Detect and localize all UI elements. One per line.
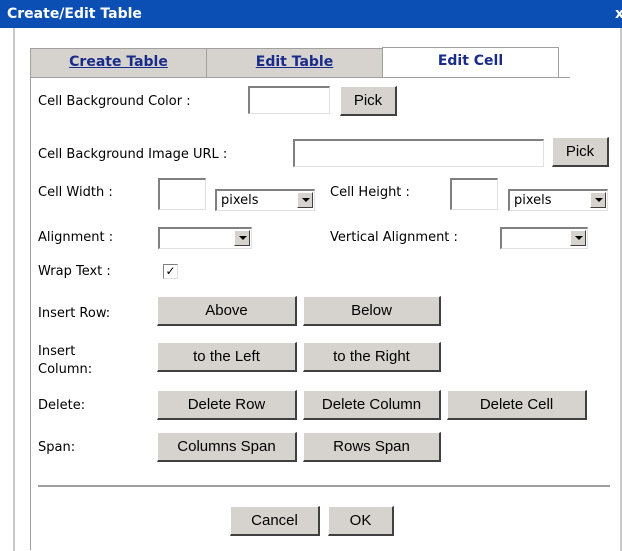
delete-row-button[interactable]: Delete Row — [157, 390, 297, 420]
rows-span-button[interactable]: Rows Span — [303, 432, 441, 462]
alignment-select[interactable] — [158, 227, 252, 249]
tab-create-table[interactable]: Create Table — [30, 48, 207, 77]
tab-bar: Create Table Edit Table Edit Cell — [30, 47, 570, 78]
delete-cell-button[interactable]: Delete Cell — [447, 390, 587, 420]
cell-height-unit-select[interactable]: pixels — [508, 189, 608, 211]
delete-label: Delete: — [38, 398, 86, 413]
ok-button[interactable]: OK — [328, 506, 394, 536]
cell-width-label: Cell Width : — [38, 185, 113, 200]
span-label: Span: — [38, 440, 76, 455]
cell-height-unit-value: pixels — [514, 193, 552, 208]
insert-column-left-button[interactable]: to the Left — [157, 342, 297, 372]
vertical-alignment-select[interactable] — [500, 227, 588, 249]
divider — [38, 485, 610, 488]
cell-width-unit-select[interactable]: pixels — [215, 189, 315, 211]
chevron-down-icon — [297, 192, 313, 208]
cell-width-input[interactable] — [158, 178, 206, 210]
tab-edit-table[interactable]: Edit Table — [206, 48, 383, 77]
insert-row-below-button[interactable]: Below — [303, 296, 441, 326]
tab-edit-cell-label: Edit Cell — [437, 53, 504, 69]
pick-image-button[interactable]: Pick — [552, 137, 609, 167]
cell-bg-color-input[interactable] — [248, 86, 330, 114]
insert-column-label-line1: Insert — [38, 344, 76, 359]
vertical-alignment-label: Vertical Alignment : — [330, 230, 458, 245]
chevron-down-icon — [590, 192, 606, 208]
wrap-text-label: Wrap Text : — [38, 264, 111, 279]
title-bar: Create/Edit Table x — [0, 0, 622, 28]
delete-column-button[interactable]: Delete Column — [303, 390, 441, 420]
insert-row-above-button[interactable]: Above — [157, 296, 297, 326]
alignment-label: Alignment : — [38, 230, 114, 245]
cell-bg-image-input[interactable] — [293, 139, 544, 167]
chevron-down-icon — [570, 230, 586, 246]
check-icon: ✓ — [165, 264, 176, 278]
cell-width-unit-value: pixels — [221, 193, 259, 208]
cell-bg-color-label: Cell Background Color : — [38, 94, 191, 109]
tab-create-table-label: Create Table — [69, 54, 168, 70]
frame-left-border — [13, 28, 15, 551]
insert-column-right-button[interactable]: to the Right — [303, 342, 441, 372]
cancel-button[interactable]: Cancel — [230, 506, 320, 536]
cell-height-input[interactable] — [450, 178, 498, 210]
window-title: Create/Edit Table — [7, 6, 142, 22]
insert-column-label-line2: Column: — [38, 362, 93, 377]
tab-edit-table-label: Edit Table — [255, 54, 334, 70]
cell-bg-image-label: Cell Background Image URL : — [38, 147, 228, 162]
wrap-text-checkbox[interactable]: ✓ — [163, 264, 178, 279]
tab-edit-cell[interactable]: Edit Cell — [382, 47, 559, 78]
chevron-down-icon — [234, 230, 250, 246]
insert-row-label: Insert Row: — [38, 306, 111, 321]
cell-height-label: Cell Height : — [330, 185, 410, 200]
columns-span-button[interactable]: Columns Span — [157, 432, 297, 462]
close-icon[interactable]: x — [615, 6, 622, 22]
pick-color-button[interactable]: Pick — [340, 86, 397, 116]
